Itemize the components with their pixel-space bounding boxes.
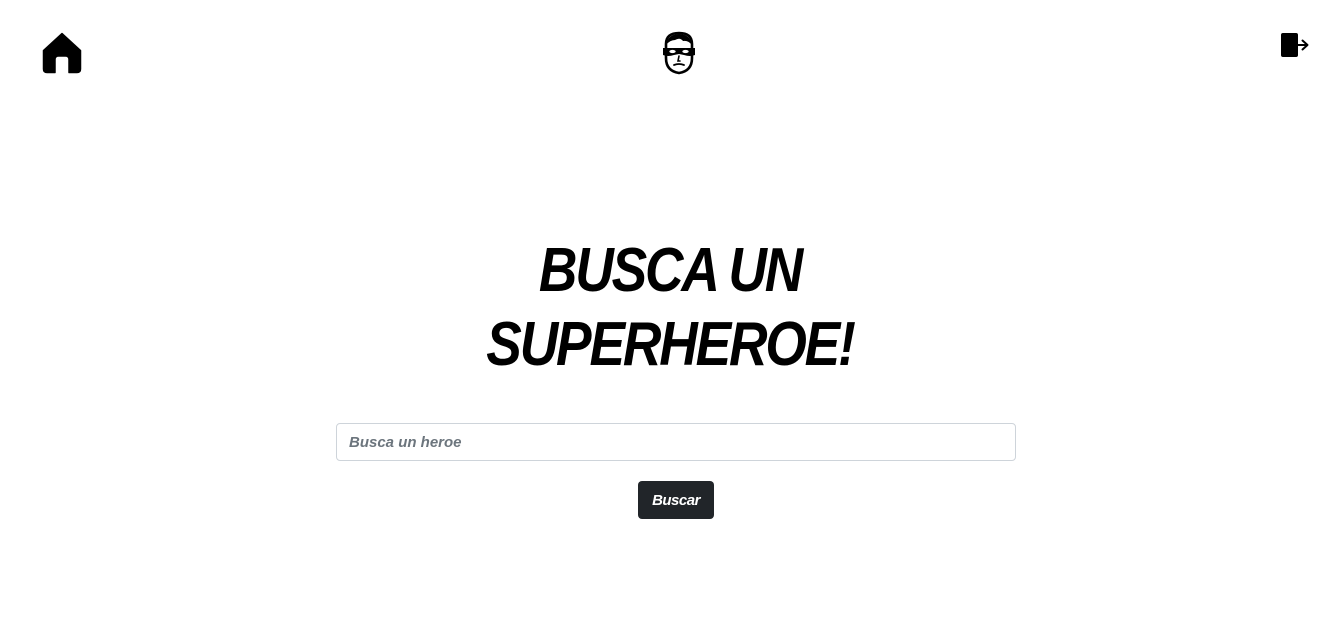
superhero-mask-icon (663, 31, 695, 75)
page: BUSCA UN SUPERHEROE! Buscar (0, 0, 1340, 619)
navbar (0, 0, 1340, 100)
logout-link[interactable] (1280, 32, 1310, 58)
search-button[interactable]: Buscar (638, 481, 714, 519)
search-form: Buscar (336, 423, 1016, 519)
hero-section: BUSCA UN SUPERHEROE! (0, 234, 1340, 382)
logo (660, 30, 698, 76)
title-line-1: BUSCA UN (538, 236, 803, 305)
search-input[interactable] (336, 423, 1016, 461)
logout-icon (1281, 33, 1309, 57)
page-title: BUSCA UN SUPERHEROE! (446, 234, 893, 382)
home-link[interactable] (42, 32, 82, 74)
title-line-2: SUPERHEROE! (486, 310, 856, 379)
home-icon (42, 32, 82, 74)
